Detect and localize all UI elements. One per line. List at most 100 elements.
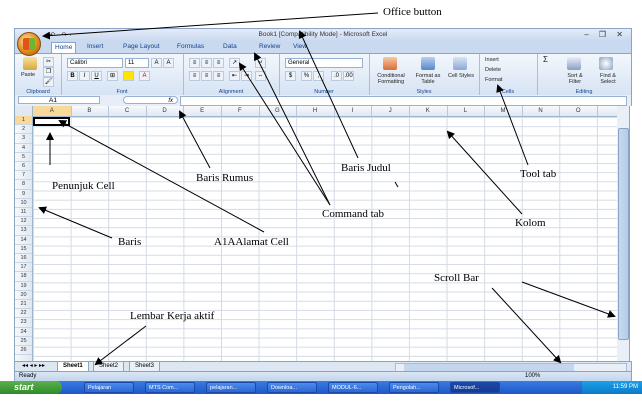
- name-box[interactable]: A1: [18, 96, 100, 104]
- conditional-formatting-icon[interactable]: [383, 57, 397, 70]
- column-header[interactable]: N: [522, 106, 561, 116]
- align-center-icon[interactable]: ≡: [201, 71, 212, 81]
- column-header[interactable]: B: [71, 106, 110, 116]
- row-header[interactable]: 1: [15, 116, 32, 126]
- merge-center-icon[interactable]: ⇔: [255, 71, 266, 81]
- column-header[interactable]: M: [484, 106, 523, 116]
- tab-formulas[interactable]: Formulas: [177, 43, 204, 50]
- row-header[interactable]: 23: [15, 318, 32, 328]
- taskbar-item[interactable]: pelajaran...: [206, 382, 256, 393]
- row-header[interactable]: 21: [15, 300, 32, 310]
- sort-filter-icon[interactable]: [567, 57, 581, 70]
- decrease-decimal-icon[interactable]: .00: [343, 71, 354, 81]
- tab-review[interactable]: Review: [259, 43, 280, 50]
- align-middle-icon[interactable]: ≡: [201, 58, 212, 68]
- row-header[interactable]: 15: [15, 245, 32, 254]
- shrink-font-button[interactable]: A: [163, 58, 174, 68]
- row-header[interactable]: 10: [15, 199, 32, 208]
- taskbar-item[interactable]: Pelajaran: [84, 382, 134, 393]
- zoom-level[interactable]: 100%: [525, 372, 540, 381]
- align-left-icon[interactable]: ≡: [189, 71, 200, 81]
- column-header[interactable]: D: [146, 106, 185, 116]
- font-name-select[interactable]: Calibri: [67, 58, 123, 68]
- cut-icon[interactable]: ✂: [43, 57, 54, 67]
- hscroll-thumb[interactable]: [404, 364, 574, 371]
- orientation-icon[interactable]: ↗: [229, 58, 240, 68]
- row-header[interactable]: 9: [15, 190, 32, 199]
- office-button[interactable]: [17, 32, 41, 56]
- border-icon[interactable]: ⊞: [107, 71, 118, 81]
- row-header[interactable]: 11: [15, 208, 32, 218]
- column-header[interactable]: O: [559, 106, 598, 116]
- tab-insert[interactable]: Insert: [87, 43, 103, 50]
- insert-button[interactable]: Insert: [485, 57, 499, 63]
- grow-font-button[interactable]: A: [151, 58, 162, 68]
- row-header[interactable]: 13: [15, 226, 32, 236]
- row-header[interactable]: 7: [15, 171, 32, 181]
- window-controls[interactable]: – ❐ ✕: [584, 30, 627, 39]
- column-header[interactable]: H: [296, 106, 335, 116]
- taskbar-item[interactable]: MODUL-6...: [328, 382, 378, 393]
- row-header[interactable]: 6: [15, 162, 32, 172]
- row-header[interactable]: 26: [15, 346, 32, 356]
- tab-view[interactable]: View: [293, 43, 307, 50]
- comma-button[interactable]: ,: [313, 71, 324, 81]
- align-bottom-icon[interactable]: ≡: [213, 58, 224, 68]
- percent-button[interactable]: %: [301, 71, 312, 81]
- row-header[interactable]: 18: [15, 272, 32, 282]
- cell-styles-icon[interactable]: [453, 57, 467, 70]
- formula-input[interactable]: [180, 96, 627, 106]
- italic-button[interactable]: I: [79, 71, 90, 81]
- sheet-nav-buttons[interactable]: ◂◂ ◂ ▸ ▸▸: [17, 362, 50, 371]
- bold-button[interactable]: B: [67, 71, 78, 81]
- row-header[interactable]: 16: [15, 254, 32, 264]
- format-button[interactable]: Format: [485, 77, 502, 83]
- conditional-formatting-button[interactable]: Conditional Formatting: [371, 73, 411, 85]
- font-color-icon[interactable]: A: [139, 71, 150, 81]
- format-painter-icon[interactable]: 🖌: [43, 77, 54, 87]
- row-header[interactable]: 19: [15, 282, 32, 291]
- increase-indent-icon[interactable]: ⇥: [241, 71, 252, 81]
- tab-page-layout[interactable]: Page Layout: [123, 43, 160, 50]
- autosum-button[interactable]: Σ: [543, 56, 548, 64]
- paste-button[interactable]: Paste: [21, 72, 35, 78]
- increase-decimal-icon[interactable]: .0: [331, 71, 342, 81]
- underline-button[interactable]: U: [91, 71, 102, 81]
- decrease-indent-icon[interactable]: ⇤: [229, 71, 240, 81]
- row-header[interactable]: 20: [15, 291, 32, 300]
- format-table-icon[interactable]: [421, 57, 435, 70]
- select-all-button[interactable]: [15, 106, 33, 116]
- column-header[interactable]: F: [221, 106, 260, 116]
- format-as-table-button[interactable]: Format as Table: [413, 73, 443, 85]
- sort-filter-button[interactable]: Sort & Filter: [561, 73, 589, 85]
- start-button[interactable]: start: [0, 381, 62, 394]
- align-right-icon[interactable]: ≡: [213, 71, 224, 81]
- number-format-select[interactable]: General: [285, 58, 363, 68]
- paste-icon[interactable]: [23, 57, 37, 70]
- column-header[interactable]: K: [409, 106, 448, 116]
- row-header[interactable]: 17: [15, 263, 32, 273]
- row-header[interactable]: 4: [15, 144, 32, 153]
- find-select-button[interactable]: Find & Select: [593, 73, 623, 85]
- scroll-thumb[interactable]: [618, 128, 629, 340]
- column-header[interactable]: I: [334, 106, 373, 116]
- column-header[interactable]: C: [108, 106, 147, 116]
- copy-icon[interactable]: ❐: [43, 67, 54, 77]
- align-top-icon[interactable]: ≡: [189, 58, 200, 68]
- delete-button[interactable]: Delete: [485, 67, 501, 73]
- vertical-scrollbar[interactable]: [617, 106, 630, 361]
- active-cell[interactable]: [33, 117, 70, 126]
- row-header[interactable]: 2: [15, 125, 32, 135]
- insert-function-button[interactable]: fx: [123, 96, 178, 104]
- row-header[interactable]: 8: [15, 180, 32, 190]
- fill-color-icon[interactable]: [123, 71, 134, 81]
- find-icon[interactable]: [599, 57, 613, 70]
- taskbar-item[interactable]: Downloa...: [267, 382, 317, 393]
- font-size-select[interactable]: 11: [125, 58, 149, 68]
- currency-button[interactable]: $: [285, 71, 296, 81]
- column-header[interactable]: L: [447, 106, 486, 116]
- row-header[interactable]: 5: [15, 153, 32, 162]
- taskbar-item-active[interactable]: Microsof...: [450, 382, 500, 393]
- tab-data[interactable]: Data: [223, 43, 237, 50]
- row-header[interactable]: 12: [15, 217, 32, 227]
